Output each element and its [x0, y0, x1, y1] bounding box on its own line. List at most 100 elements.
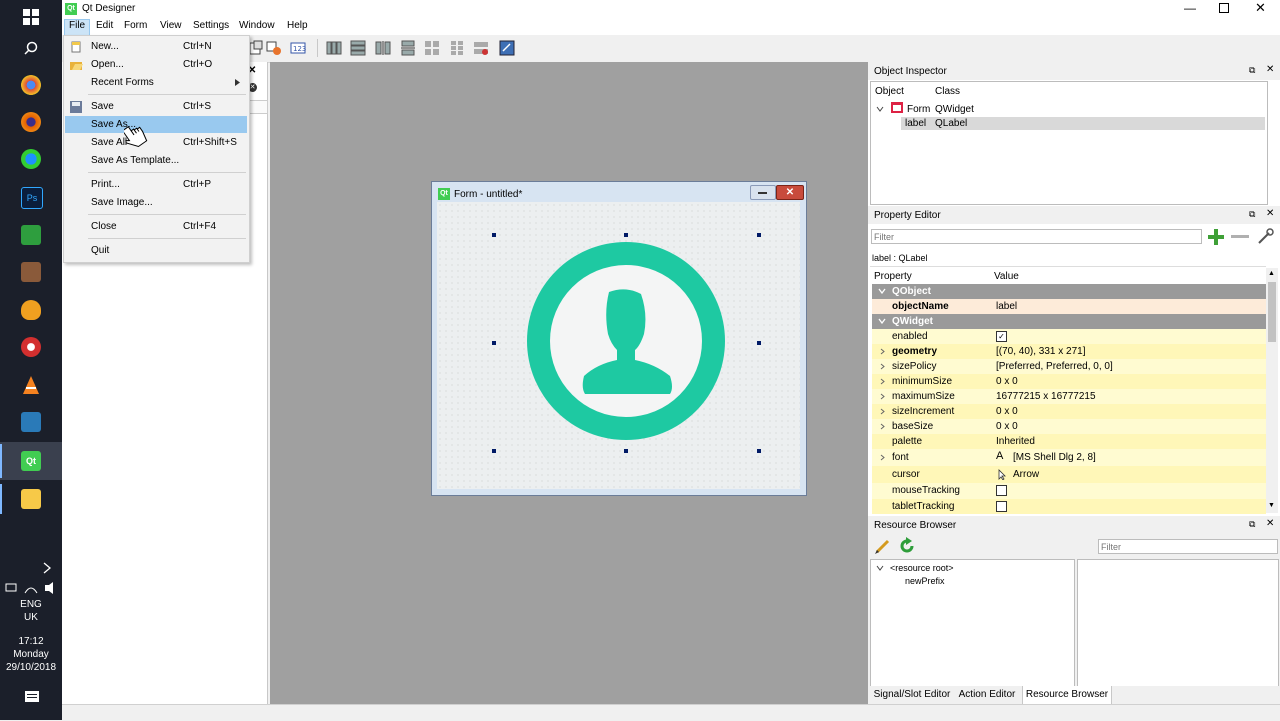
float-icon[interactable]: ⧉: [1249, 209, 1255, 220]
selection-handle[interactable]: [757, 233, 761, 237]
property-row[interactable]: font A [MS Shell Dlg 2, 8]: [872, 449, 1266, 466]
property-row[interactable]: geometry [(70, 40), 331 x 271]: [872, 344, 1266, 359]
chevron-down-icon[interactable]: [878, 318, 886, 324]
remove-dynamic-property-icon[interactable]: [1231, 235, 1249, 239]
close-icon[interactable]: ✕: [1266, 208, 1274, 219]
region-label[interactable]: UK: [0, 612, 62, 624]
layout-horizontal-icon[interactable]: [326, 40, 342, 56]
menu-edit[interactable]: Edit: [96, 20, 113, 31]
clock-date[interactable]: 29/10/2018: [0, 662, 62, 674]
property-row[interactable]: mouseTracking: [872, 483, 1266, 499]
property-row[interactable]: maximumSize 16777215 x 16777215: [872, 389, 1266, 404]
property-scrollbar[interactable]: ▲ ▼: [1266, 268, 1278, 513]
chevron-down-icon[interactable]: [878, 288, 886, 294]
tray-icons[interactable]: [5, 581, 57, 595]
form-canvas[interactable]: [437, 202, 800, 489]
property-value[interactable]: 16777215 x 16777215: [996, 391, 1096, 402]
chevron-right-icon[interactable]: [880, 378, 885, 385]
notification-icon[interactable]: [24, 689, 40, 705]
property-value[interactable]: [Preferred, Preferred, 0, 0]: [996, 361, 1113, 372]
property-group-row[interactable]: QWidget: [872, 314, 1266, 329]
tree-object-form[interactable]: Form: [907, 104, 930, 115]
menu-item-new[interactable]: New... Ctrl+N: [65, 38, 247, 55]
qt-designer-taskbar-icon[interactable]: Qt: [21, 451, 41, 471]
chevron-up-icon[interactable]: [42, 562, 52, 574]
selection-handle[interactable]: [624, 449, 628, 453]
language-label[interactable]: ENG: [0, 599, 62, 611]
edit-signals-icon[interactable]: [266, 40, 282, 56]
class-column-header[interactable]: Class: [935, 86, 960, 97]
form-window[interactable]: Qt Form - untitled* ✕: [431, 181, 807, 496]
selection-handle[interactable]: [492, 341, 496, 345]
film-icon[interactable]: [21, 412, 41, 432]
spreadsheet-icon[interactable]: [21, 225, 41, 245]
browser-icon[interactable]: [21, 149, 41, 169]
chevron-down-icon[interactable]: [876, 565, 884, 571]
selection-handle[interactable]: [492, 233, 496, 237]
clock-time[interactable]: 17:12: [0, 636, 62, 648]
enabled-checkbox[interactable]: ✓: [996, 331, 1007, 342]
chevron-right-icon[interactable]: [880, 423, 885, 430]
menu-item-save-image[interactable]: Save Image...: [65, 194, 247, 211]
resource-prefix-item[interactable]: newPrefix: [905, 576, 945, 586]
windows-start-icon[interactable]: [23, 9, 39, 25]
menu-view[interactable]: View: [160, 20, 182, 31]
resource-root-item[interactable]: <resource root>: [890, 563, 954, 573]
photoshop-icon[interactable]: Ps: [21, 187, 43, 209]
adjust-size-icon[interactable]: [499, 40, 515, 56]
menu-item-print[interactable]: Print... Ctrl+P: [65, 176, 247, 193]
float-icon[interactable]: ⧉: [1249, 65, 1255, 76]
close-icon[interactable]: ✕: [1266, 518, 1274, 529]
chevron-right-icon[interactable]: [880, 393, 885, 400]
menu-item-save[interactable]: Save Ctrl+S: [65, 98, 247, 115]
menu-item-quit[interactable]: Quit: [65, 242, 247, 259]
scrollbar-thumb[interactable]: [1268, 282, 1276, 342]
chevron-right-icon[interactable]: [880, 348, 885, 355]
menu-item-recent-forms[interactable]: Recent Forms: [65, 74, 247, 91]
float-icon[interactable]: ⧉: [1249, 519, 1255, 530]
edit-buddies-icon[interactable]: [248, 40, 264, 56]
property-value[interactable]: 0 x 0: [996, 406, 1018, 417]
form-minimize-button[interactable]: [750, 185, 776, 200]
chevron-right-icon[interactable]: [880, 408, 885, 415]
file-explorer-icon[interactable]: [21, 489, 41, 509]
value-column-header[interactable]: Value: [994, 271, 1019, 282]
menu-item-save-all[interactable]: Save All Ctrl+Shift+S: [65, 134, 247, 151]
menu-item-save-as[interactable]: Save As...: [65, 116, 247, 133]
property-value[interactable]: Arrow: [1013, 469, 1039, 480]
property-group-row[interactable]: QObject: [872, 284, 1266, 299]
vlc-icon[interactable]: [21, 375, 41, 395]
menu-window[interactable]: Window: [239, 20, 275, 31]
scroll-up-icon[interactable]: ▲: [1268, 270, 1275, 277]
resource-filter-input[interactable]: [1098, 539, 1278, 554]
edit-resources-pencil-icon[interactable]: [874, 537, 892, 555]
recorder-icon[interactable]: [21, 337, 41, 357]
app-icon[interactable]: [21, 262, 41, 282]
property-value[interactable]: [(70, 40), 331 x 271]: [996, 346, 1086, 357]
property-row[interactable]: minimumSize 0 x 0: [872, 374, 1266, 389]
break-layout-icon[interactable]: [473, 40, 489, 56]
selection-handle[interactable]: [492, 449, 496, 453]
property-value[interactable]: 0 x 0: [996, 376, 1018, 387]
layout-vertical-icon[interactable]: [350, 40, 366, 56]
selection-handle[interactable]: [757, 341, 761, 345]
layout-form-icon[interactable]: [449, 40, 465, 56]
menu-file[interactable]: File: [69, 20, 85, 31]
selection-handle[interactable]: [624, 233, 628, 237]
menu-item-open[interactable]: Open... Ctrl+O: [65, 56, 247, 73]
close-window-button[interactable]: ✕: [1255, 0, 1266, 16]
property-row[interactable]: sizePolicy [Preferred, Preferred, 0, 0]: [872, 359, 1266, 374]
chevron-down-icon[interactable]: [876, 106, 884, 112]
tree-object-label[interactable]: label: [905, 118, 926, 129]
property-row[interactable]: tabletTracking: [872, 499, 1266, 514]
restore-button[interactable]: [1219, 3, 1229, 13]
firefox-icon[interactable]: [21, 112, 41, 132]
form-close-button[interactable]: ✕: [776, 185, 804, 200]
property-value[interactable]: [MS Shell Dlg 2, 8]: [1013, 452, 1096, 463]
add-dynamic-property-icon[interactable]: [1207, 228, 1225, 246]
mouse-tracking-checkbox[interactable]: [996, 485, 1007, 496]
menu-item-close[interactable]: Close Ctrl+F4: [65, 218, 247, 235]
chrome-icon[interactable]: [21, 75, 41, 95]
property-row[interactable]: enabled ✓: [872, 329, 1266, 344]
chevron-right-icon[interactable]: [880, 454, 885, 461]
